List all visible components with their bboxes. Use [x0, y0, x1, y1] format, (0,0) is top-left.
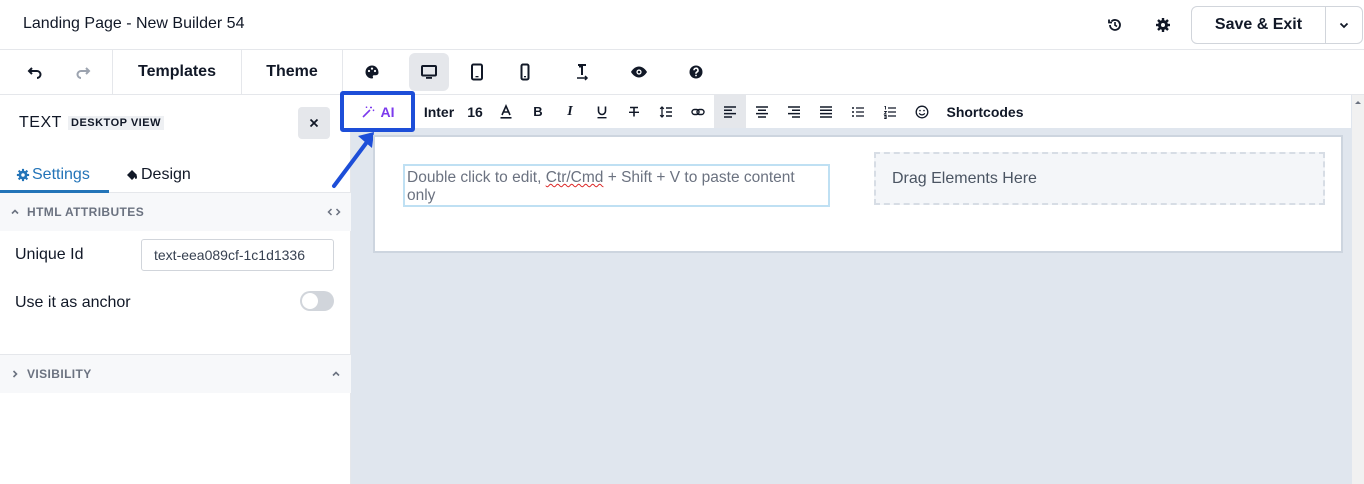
view-badge: DESKTOP VIEW	[68, 116, 164, 130]
html-attributes-label: HTML ATTRIBUTES	[27, 205, 145, 219]
desktop-icon[interactable]	[409, 53, 449, 91]
theme-button[interactable]: Theme	[242, 50, 342, 94]
line-height-icon[interactable]	[656, 95, 676, 128]
chevron-right-icon	[12, 370, 18, 378]
tab-settings-label: Settings	[32, 166, 90, 183]
text-placeholder-start: Double click to edit,	[407, 169, 546, 186]
page-title: Landing Page - New Builder 54	[23, 15, 245, 32]
align-center-icon[interactable]	[752, 95, 772, 128]
emoji-icon[interactable]	[912, 95, 932, 128]
tab-settings[interactable]: Settings	[16, 157, 90, 193]
redo-icon[interactable]	[68, 50, 98, 94]
paint-bucket-icon	[127, 170, 137, 180]
unique-id-input[interactable]	[141, 239, 334, 271]
bold-icon[interactable]: B	[528, 95, 548, 128]
chevron-down-icon[interactable]	[1326, 7, 1362, 43]
align-justify-icon[interactable]	[816, 95, 836, 128]
numbered-list-icon[interactable]	[880, 95, 900, 128]
html-attributes-section-header[interactable]: HTML ATTRIBUTES	[0, 193, 351, 231]
main-toolbar: Templates Theme	[0, 50, 1364, 95]
tablet-icon[interactable]	[462, 50, 492, 94]
text-placeholder-misspelled: Ctr/Cmd	[545, 169, 604, 186]
tab-design[interactable]: Design	[125, 157, 191, 193]
drop-zone[interactable]: Drag Elements Here	[874, 152, 1325, 205]
undo-icon[interactable]	[20, 50, 50, 94]
chevron-up-icon	[11, 209, 19, 215]
shortcodes-button[interactable]: Shortcodes	[943, 95, 1027, 128]
canvas-scrollbar[interactable]	[1352, 95, 1364, 484]
gear-icon[interactable]	[1151, 13, 1175, 37]
save-exit-button[interactable]: Save & Exit	[1192, 7, 1326, 43]
templates-label: Templates	[138, 63, 216, 80]
underline-icon[interactable]	[592, 95, 612, 128]
drop-zone-label: Drag Elements Here	[892, 169, 1037, 187]
align-left-icon[interactable]	[714, 95, 746, 128]
panel-tabs: Settings Design	[0, 157, 351, 193]
chevron-up-icon	[332, 371, 340, 377]
text-color-icon[interactable]	[496, 95, 516, 128]
bullet-list-icon[interactable]	[848, 95, 868, 128]
palette-icon[interactable]	[357, 50, 387, 94]
gear-icon	[16, 168, 30, 182]
unique-id-label: Unique Id	[15, 246, 84, 263]
save-button-group: Save & Exit	[1191, 6, 1363, 44]
strikethrough-icon[interactable]	[624, 95, 644, 128]
theme-label: Theme	[266, 63, 318, 80]
code-icon	[327, 208, 341, 216]
mobile-icon[interactable]	[510, 50, 540, 94]
align-right-icon[interactable]	[784, 95, 804, 128]
text-format-bar: Inter 16 B I Shortcodes	[351, 95, 1351, 128]
tab-design-label: Design	[141, 166, 191, 183]
eye-icon[interactable]	[624, 50, 654, 94]
help-icon[interactable]	[681, 50, 711, 94]
properties-panel: TEXT DESKTOP VIEW Settings Design HTML A…	[0, 95, 351, 484]
anchor-toggle[interactable]	[300, 291, 334, 311]
anchor-label: Use it as anchor	[15, 294, 131, 311]
paragraph-icon[interactable]	[567, 50, 597, 94]
font-size-select[interactable]: 16	[461, 95, 489, 128]
visibility-section-header[interactable]: VISIBILITY	[0, 355, 351, 393]
panel-title: TEXT	[19, 114, 62, 131]
link-icon[interactable]	[688, 95, 708, 128]
visibility-label: VISIBILITY	[27, 367, 92, 381]
magic-wand-icon	[361, 106, 374, 118]
font-family-select[interactable]: Inter	[419, 95, 459, 128]
close-icon	[309, 118, 319, 128]
text-element[interactable]: Double click to edit, Ctr/Cmd + Shift + …	[403, 164, 830, 207]
ai-label: AI	[380, 103, 395, 120]
italic-icon[interactable]: I	[560, 95, 580, 128]
history-icon[interactable]	[1103, 13, 1127, 37]
top-bar: Landing Page - New Builder 54 Save & Exi…	[0, 0, 1364, 50]
templates-button[interactable]: Templates	[113, 50, 241, 94]
